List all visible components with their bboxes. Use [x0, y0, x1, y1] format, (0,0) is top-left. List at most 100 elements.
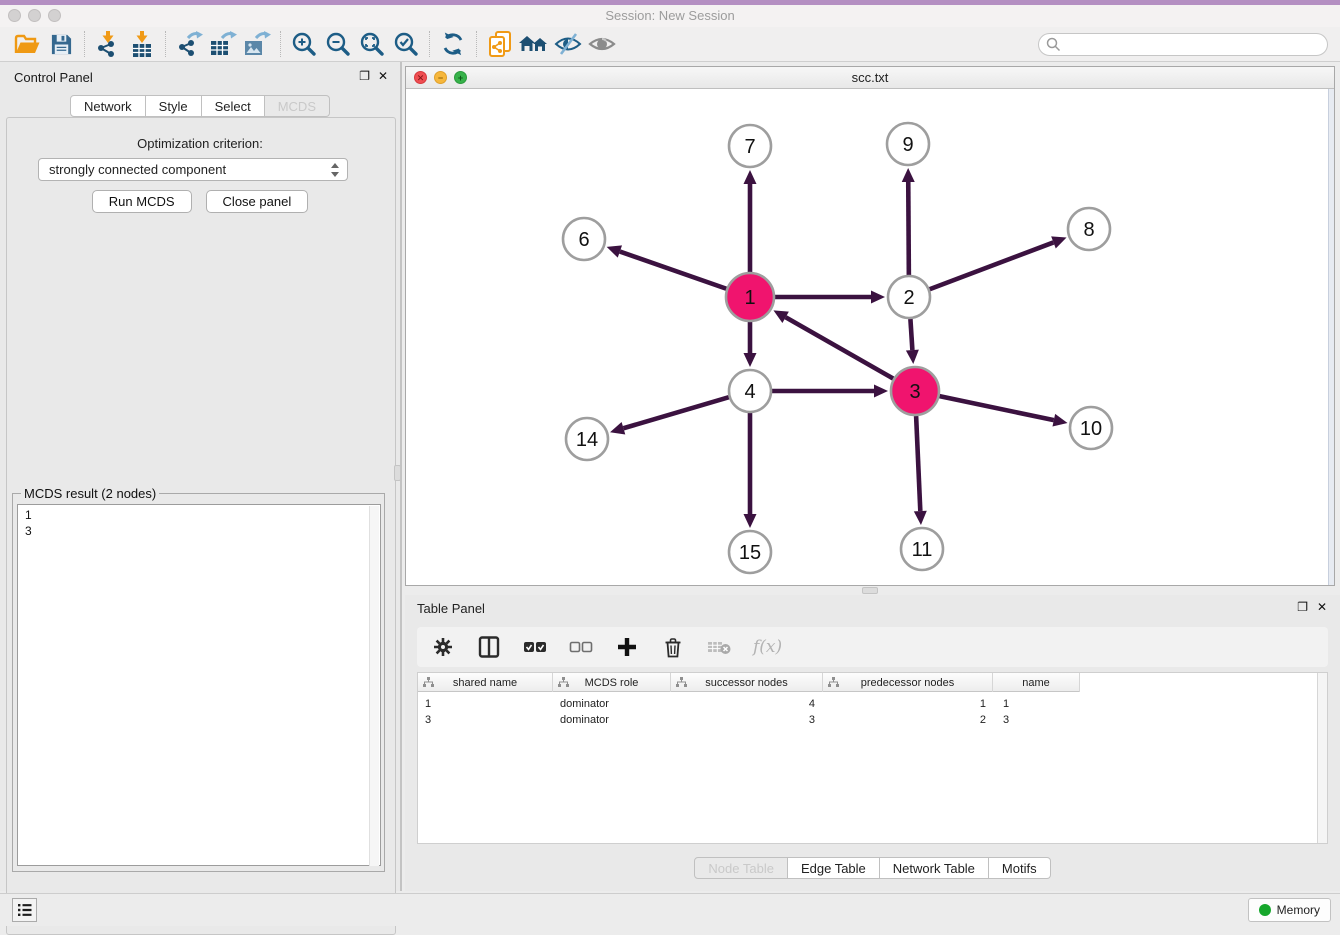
column-header-name[interactable]: name [993, 673, 1080, 692]
zoom-selected-button[interactable] [389, 29, 423, 59]
graph-edge-2-8[interactable] [930, 242, 1054, 289]
home-button[interactable] [517, 29, 551, 59]
houses-icon [518, 34, 550, 54]
eye-icon [588, 33, 616, 55]
import-network-button[interactable] [91, 29, 125, 59]
network-graph[interactable]: 7968124314101511 [406, 89, 1334, 585]
column-header-predecessor-nodes[interactable]: predecessor nodes [823, 673, 993, 692]
network-window-titlebar[interactable]: ✕ − + scc.txt [406, 67, 1334, 89]
table-panel-float-button[interactable]: ❐ [1297, 600, 1308, 614]
optimization-criterion-label: Optimization criterion: [0, 136, 400, 151]
tab-node-table[interactable]: Node Table [694, 857, 788, 879]
criterion-value: strongly connected component [49, 162, 226, 177]
table-panel-close-button[interactable]: ✕ [1317, 600, 1327, 614]
search-input[interactable] [1038, 33, 1328, 56]
graph-node-label: 14 [576, 429, 598, 451]
export-network-button[interactable] [172, 29, 206, 59]
control-panel-close-button[interactable]: ✕ [378, 69, 388, 83]
checked-boxes-icon [523, 640, 547, 654]
export-image-button[interactable] [240, 29, 274, 59]
tab-mcds[interactable]: MCDS [265, 95, 330, 117]
open-file-button[interactable] [10, 29, 44, 59]
graph-edge-2-9[interactable] [908, 182, 909, 275]
apply-layout-button[interactable] [436, 29, 470, 59]
import-network-icon [95, 31, 121, 58]
graph-edge-2-3[interactable] [910, 319, 912, 350]
hierarchy-icon [423, 677, 434, 688]
column-header-mcds-role[interactable]: MCDS role [553, 673, 671, 692]
tab-style[interactable]: Style [146, 95, 202, 117]
zoom-fit-button[interactable] [355, 29, 389, 59]
network-vscrollbar[interactable] [1328, 89, 1334, 585]
result-scrollbar[interactable] [369, 506, 379, 866]
column-label: MCDS role [585, 677, 639, 689]
export-table-button[interactable] [206, 29, 240, 59]
table-row[interactable]: 1 dominator 4 1 1 [418, 696, 1080, 712]
tab-select[interactable]: Select [202, 95, 265, 117]
columns-icon [478, 636, 500, 658]
graph-edge-arrowhead [906, 350, 919, 364]
cell-mcds-role: dominator [560, 696, 609, 712]
task-history-button[interactable] [12, 898, 37, 922]
close-panel-button[interactable]: Close panel [206, 190, 309, 213]
graph-edge-3-10[interactable] [939, 396, 1053, 420]
status-bar: Memory [0, 893, 1340, 926]
vertical-splitter-handle[interactable] [394, 465, 401, 481]
zoom-in-button[interactable] [287, 29, 321, 59]
graph-node-label: 1 [744, 287, 755, 309]
run-mcds-button[interactable]: Run MCDS [92, 190, 192, 213]
hierarchy-icon [676, 677, 687, 688]
graph-edge-arrowhead [902, 168, 915, 182]
delete-table-button[interactable] [707, 635, 731, 659]
control-panel-float-button[interactable]: ❐ [359, 69, 370, 83]
dropdown-stepper-icon [331, 163, 340, 177]
import-table-icon [129, 31, 155, 58]
show-all-button[interactable] [585, 29, 619, 59]
node-table[interactable]: shared name MCDS role successor nodes pr… [417, 672, 1328, 844]
column-label: name [1022, 677, 1050, 689]
create-column-button[interactable] [615, 635, 639, 659]
network-file-button[interactable] [483, 29, 517, 59]
tab-network-table[interactable]: Network Table [880, 857, 989, 879]
toolbar-separator [429, 31, 430, 57]
import-table-button[interactable] [125, 29, 159, 59]
cell-mcds-role: dominator [560, 712, 609, 728]
graph-node-label: 10 [1080, 418, 1102, 440]
column-header-successor-nodes[interactable]: successor nodes [671, 673, 823, 692]
graph-edge-3-1[interactable] [786, 317, 894, 378]
mcds-result-groupbox: MCDS result (2 nodes) 1 3 [12, 493, 385, 872]
graph-edge-3-11[interactable] [916, 416, 920, 511]
horizontal-splitter-handle[interactable] [862, 587, 878, 594]
show-column-panel-button[interactable] [477, 635, 501, 659]
toolbar-separator [165, 31, 166, 57]
function-builder-button[interactable]: f(x) [753, 637, 782, 657]
criterion-dropdown[interactable]: strongly connected component [38, 158, 348, 181]
graph-edge-arrowhead [744, 170, 757, 184]
table-vscrollbar[interactable] [1317, 673, 1327, 843]
zoom-out-button[interactable] [321, 29, 355, 59]
cell-shared-name: 1 [425, 696, 431, 712]
save-session-button[interactable] [44, 29, 78, 59]
delete-column-button[interactable] [661, 635, 685, 659]
mcds-result-list[interactable]: 1 3 [17, 504, 381, 866]
memory-label: Memory [1277, 903, 1320, 917]
tab-edge-table[interactable]: Edge Table [788, 857, 880, 879]
graph-edge-1-6[interactable] [620, 252, 727, 289]
tab-motifs[interactable]: Motifs [989, 857, 1051, 879]
select-all-button[interactable] [523, 635, 547, 659]
tab-network[interactable]: Network [70, 95, 146, 117]
memory-button[interactable]: Memory [1248, 898, 1331, 922]
result-node: 1 [25, 507, 380, 523]
hide-selected-button[interactable] [551, 29, 585, 59]
table-row[interactable]: 3 dominator 3 2 3 [418, 712, 1080, 728]
hierarchy-icon [558, 677, 569, 688]
graph-edge-4-14[interactable] [623, 397, 728, 428]
toolbar-separator [476, 31, 477, 57]
column-header-shared-name[interactable]: shared name [418, 673, 553, 692]
gear-icon [432, 636, 454, 658]
column-label: successor nodes [705, 677, 788, 689]
table-settings-button[interactable] [431, 635, 455, 659]
graph-edge-arrowhead [1051, 236, 1066, 248]
plus-icon [617, 637, 637, 657]
deselect-all-button[interactable] [569, 635, 593, 659]
